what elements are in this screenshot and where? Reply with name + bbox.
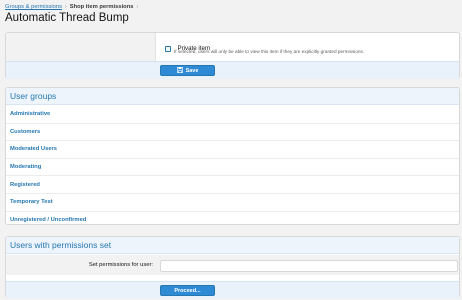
page-title: Automatic Thread Bump [5, 12, 129, 24]
save-button[interactable]: Save [160, 65, 215, 76]
user-group-temporary-test[interactable]: Temporary Test [6, 194, 459, 212]
breadcrumb-separator: › [136, 4, 139, 10]
set-permissions-user-input[interactable] [160, 260, 458, 272]
users-with-permissions-heading: Users with permissions set [6, 237, 459, 254]
user-group-moderated-users[interactable]: Moderated Users [6, 141, 459, 159]
users-with-permissions-block: Users with permissions set Set permissio… [5, 236, 460, 298]
user-group-unregistered-unconfirmed[interactable]: Unregistered / Unconfirmed [6, 212, 459, 230]
breadcrumb-separator: › [65, 4, 67, 10]
user-group-administrative[interactable]: Administrative [6, 106, 459, 124]
options-block: Private item If selected, users will onl… [5, 32, 460, 79]
user-groups-heading: User groups [6, 88, 459, 105]
proceed-button-row: Proceed... [6, 281, 459, 298]
set-permissions-label: Set permissions for user: [88, 262, 153, 268]
user-group-customers[interactable]: Customers [6, 124, 459, 142]
save-button-row: Save [6, 61, 459, 79]
proceed-button[interactable]: Proceed... [160, 285, 215, 296]
breadcrumb-link-shop-item-permissions[interactable]: Shop item permissions [70, 4, 134, 10]
user-group-moderating[interactable]: Moderating [6, 159, 459, 177]
user-groups-list: Administrative Customers Moderated Users… [6, 106, 459, 229]
private-item-hint: If selected, users will only be able to … [174, 49, 365, 54]
user-group-registered[interactable]: Registered [6, 176, 459, 194]
breadcrumb-link-groups-permissions[interactable]: Groups & permissions [5, 4, 62, 10]
save-button-label: Save [185, 67, 199, 74]
user-groups-block: User groups Administrative Customers Mod… [5, 87, 460, 225]
private-item-checkbox[interactable] [165, 45, 171, 52]
set-permissions-form-row: Set permissions for user: [6, 255, 459, 275]
breadcrumb: Groups & permissions › Shop item permiss… [5, 2, 141, 12]
options-label-column [6, 33, 156, 61]
save-icon [176, 66, 183, 75]
